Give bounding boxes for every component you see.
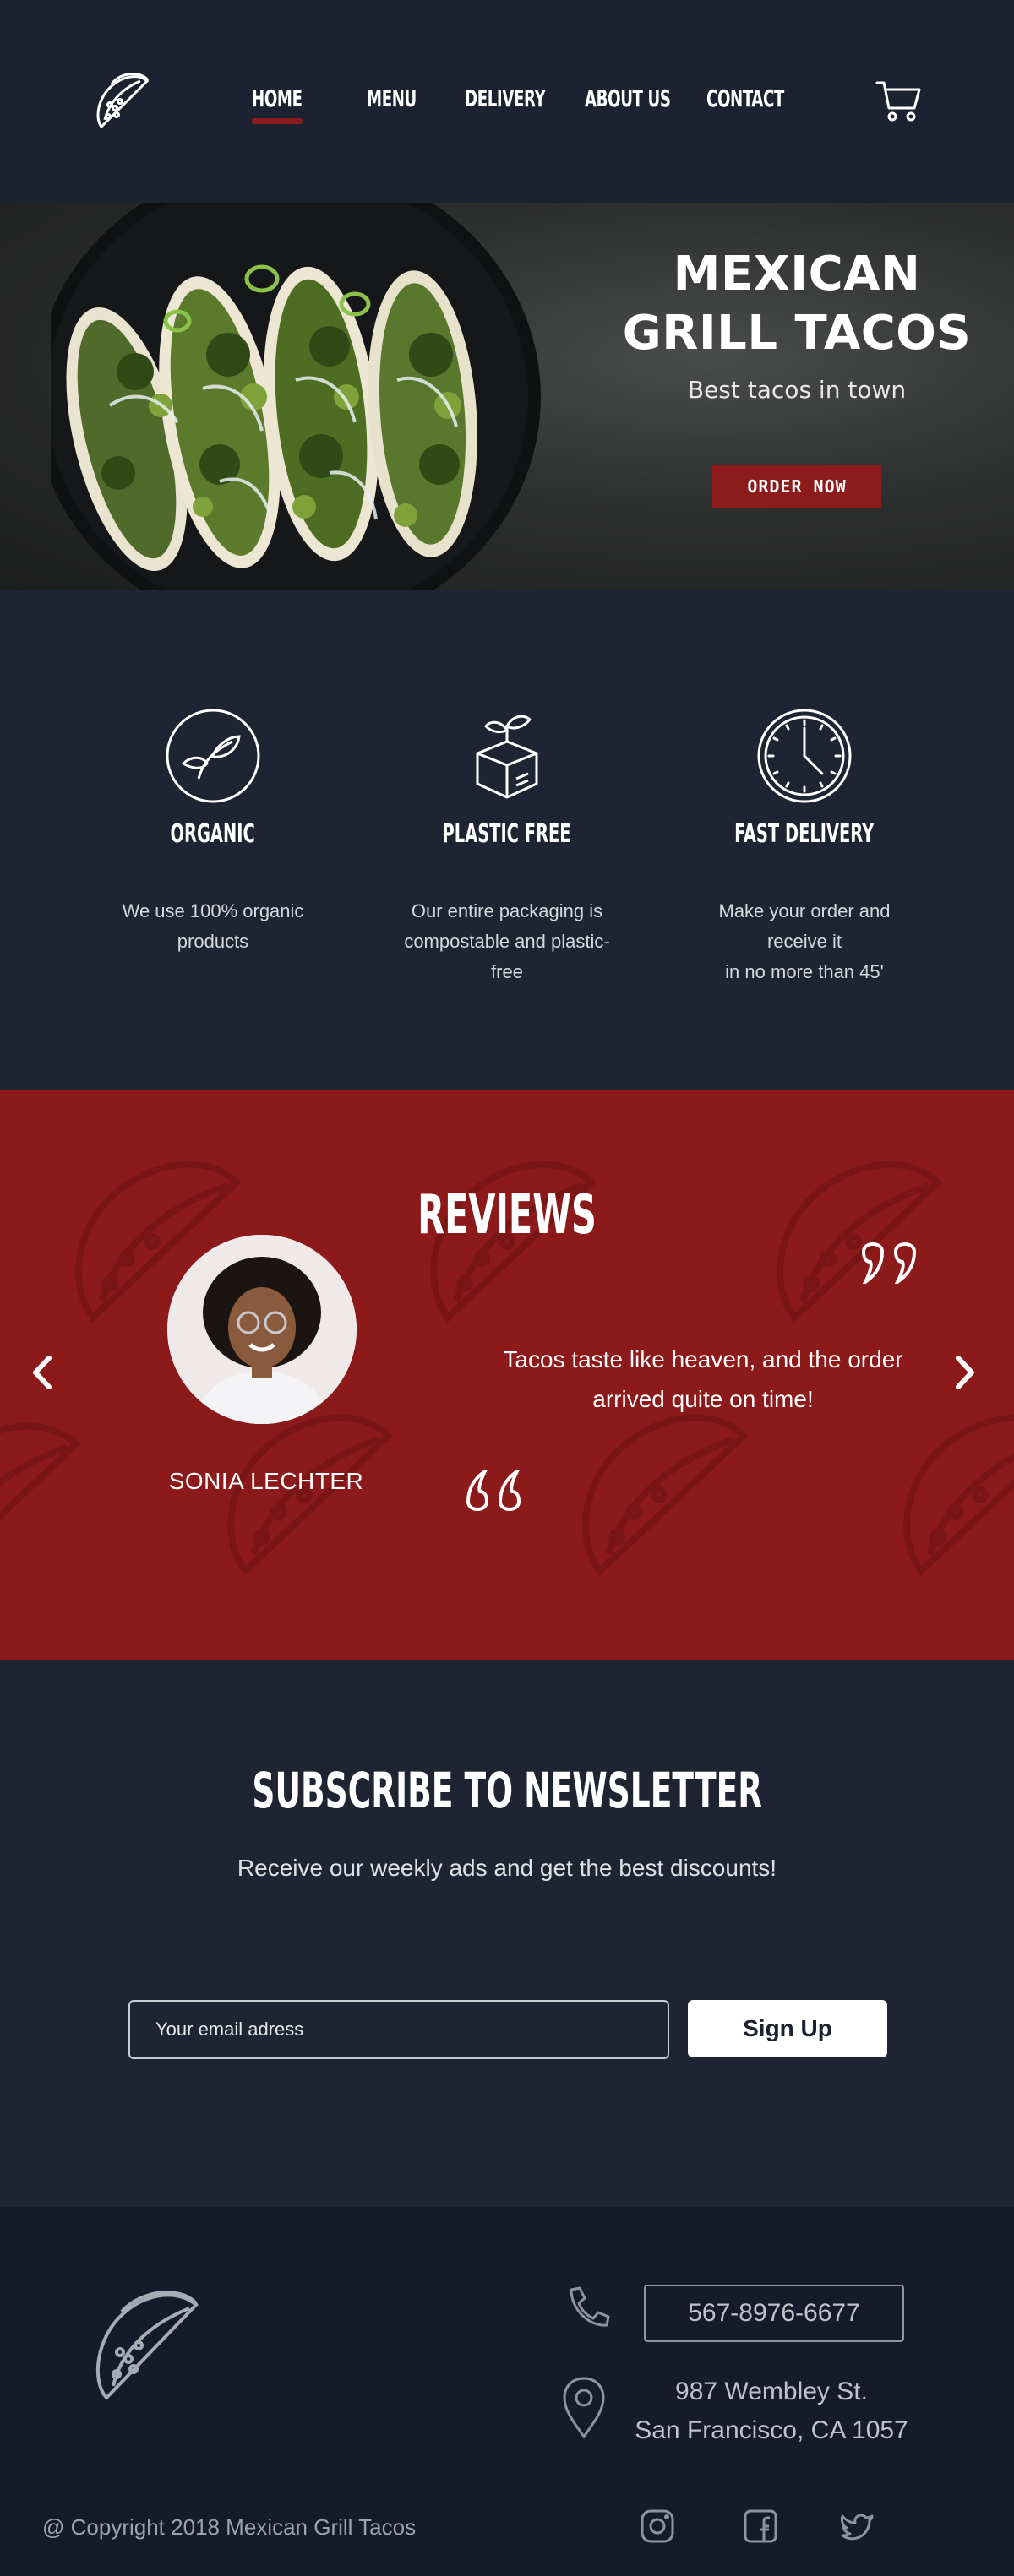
twitter-icon[interactable] <box>838 2508 875 2545</box>
eco-box-icon <box>476 715 538 799</box>
feature-title: PLASTIC FREE <box>443 819 571 849</box>
reviewer-name: SONIA LECHTER <box>168 1468 364 1494</box>
feature-description: Make your order and receive it in no mor… <box>695 896 914 987</box>
review-text: Tacos taste like heaven, and the order a… <box>503 1346 903 1412</box>
facebook-icon[interactable] <box>742 2508 779 2545</box>
feature-text-line: Make your order and receive it <box>718 900 891 952</box>
phone-icon <box>570 2286 610 2327</box>
open-quote-icon <box>466 1470 521 1511</box>
newsletter-title-text: SUBSCRIBE TO NEWSLETTER <box>252 1762 762 1819</box>
feature-text-line: products <box>177 931 249 952</box>
feature-organic: ORGANIC We use 100% organic products <box>103 708 323 957</box>
taco-logo-icon[interactable] <box>91 68 152 135</box>
taco-pattern-icon <box>903 1414 1014 1576</box>
taco-pattern-icon <box>582 1414 749 1576</box>
newsletter-title: SUBSCRIBE TO NEWSLETTER <box>0 1762 1014 1819</box>
taco-pattern-icon <box>0 1422 81 1521</box>
copyright-text: @ Copyright 2018 Mexican Grill Tacos <box>42 2514 417 2540</box>
feature-fast-delivery: FAST DELIVERY Make your order and receiv… <box>695 708 914 987</box>
hero-title: MEXICAN GRILL TACOS <box>592 245 1002 363</box>
hero-title-line2: GRILL TACOS <box>622 306 972 361</box>
instagram-icon[interactable] <box>639 2508 676 2545</box>
close-quote-icon <box>861 1242 917 1284</box>
tacos-plate-image <box>51 203 541 590</box>
feature-text-line: We use 100% organic <box>122 900 304 921</box>
location-pin-icon <box>563 2377 605 2439</box>
reviewer-photo <box>167 1235 357 1424</box>
clock-icon <box>757 709 852 803</box>
site-footer: 567-8976-6677 987 Wembley St. San Franci… <box>0 2207 1014 2576</box>
feature-title: ORGANIC <box>170 819 256 849</box>
address-line: San Francisco, CA 1057 <box>635 2416 908 2444</box>
avatar <box>167 1235 357 1424</box>
feature-description: Our entire packaging is compostable and … <box>397 896 617 987</box>
reviews-title-text: REVIEWS <box>417 1184 597 1247</box>
phone-number[interactable]: 567-8976-6677 <box>644 2285 904 2342</box>
newsletter-section: SUBSCRIBE TO NEWSLETTER Receive our week… <box>0 1660 1014 2207</box>
taco-pattern-icon <box>227 1414 394 1576</box>
feature-text-line: Our entire packaging is <box>411 900 603 921</box>
newsletter-subtitle: Receive our weekly ads and get the best … <box>237 1855 777 1881</box>
hero-banner: MEXICAN GRILL TACOS Best tacos in town O… <box>0 203 1014 590</box>
feature-text-line: in no more than 45' <box>725 961 884 982</box>
nav-home[interactable]: HOME <box>252 84 303 124</box>
site-header: HOME MENU DELIVERY ABOUT US CONTACT <box>0 0 1014 203</box>
taco-logo-icon <box>95 2291 199 2400</box>
feature-title: FAST DELIVERY <box>734 819 875 849</box>
feature-text-line: compostable and plastic-free <box>404 931 610 982</box>
hero-title-line1: MEXICAN <box>673 247 921 302</box>
nav-menu[interactable]: MENU <box>367 84 417 112</box>
address: 987 Wembley St. San Francisco, CA 1057 <box>625 2372 918 2450</box>
chevron-right-icon[interactable] <box>948 1351 982 1394</box>
email-field[interactable] <box>128 2000 669 2059</box>
sign-up-button[interactable]: Sign Up <box>688 2000 887 2057</box>
address-line: 987 Wembley St. <box>675 2378 868 2405</box>
order-now-button[interactable]: ORDER NOW <box>712 465 881 508</box>
chevron-left-icon[interactable] <box>25 1351 59 1394</box>
feature-plastic-free: PLASTIC FREE Our entire packaging is com… <box>397 708 617 987</box>
hero-subtitle: Best tacos in town <box>687 376 907 404</box>
feature-description: We use 100% organic products <box>103 896 323 957</box>
nav-about-us[interactable]: ABOUT US <box>585 84 671 112</box>
nav-delivery[interactable]: DELIVERY <box>465 84 546 112</box>
reviews-section: REVIEWS SONIA LECHTER Tacos taste like h… <box>0 1090 1014 1660</box>
shopping-cart-icon[interactable] <box>875 78 923 125</box>
leaf-icon <box>166 709 260 803</box>
features-section: ORGANIC We use 100% organic products PLA… <box>0 590 1014 1090</box>
nav-contact[interactable]: CONTACT <box>706 84 784 112</box>
